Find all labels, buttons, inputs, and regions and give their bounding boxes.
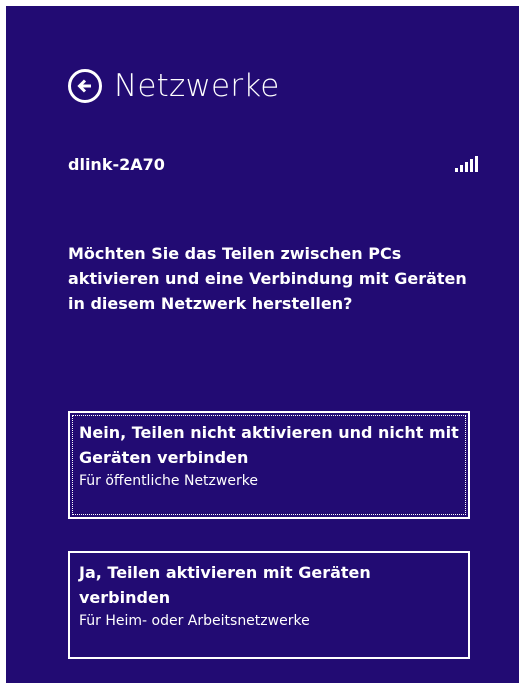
networks-charm-pane: Netzwerke dlink-2A70 Möchten Sie das Tei…	[6, 6, 519, 683]
header: Netzwerke	[68, 64, 280, 108]
option-title: Ja, Teilen aktivieren mit Geräten verbin…	[79, 563, 371, 607]
wifi-signal-icon	[455, 156, 478, 172]
back-arrow-circle-icon	[77, 79, 91, 93]
signal-bar	[455, 168, 458, 172]
network-item[interactable]: dlink-2A70	[68, 151, 478, 177]
option-subtitle: Für öffentliche Netzwerke	[79, 473, 258, 489]
page-title: Netzwerke	[114, 68, 280, 104]
network-name: dlink-2A70	[68, 154, 165, 174]
option-subtitle: Für Heim- oder Arbeitsnetzwerke	[79, 613, 310, 629]
yes-sharing-button[interactable]: Ja, Teilen aktivieren mit Geräten verbin…	[68, 551, 470, 659]
sharing-question: Möchten Sie das Teilen zwischen PCs akti…	[68, 244, 467, 313]
signal-bar	[460, 165, 463, 172]
signal-bar	[465, 162, 468, 172]
no-sharing-button[interactable]: Nein, Teilen nicht aktivieren und nicht …	[68, 411, 470, 519]
option-title: Nein, Teilen nicht aktivieren und nicht …	[79, 423, 459, 467]
signal-bar	[470, 159, 473, 172]
back-button[interactable]	[68, 69, 102, 103]
signal-bar	[475, 156, 478, 172]
